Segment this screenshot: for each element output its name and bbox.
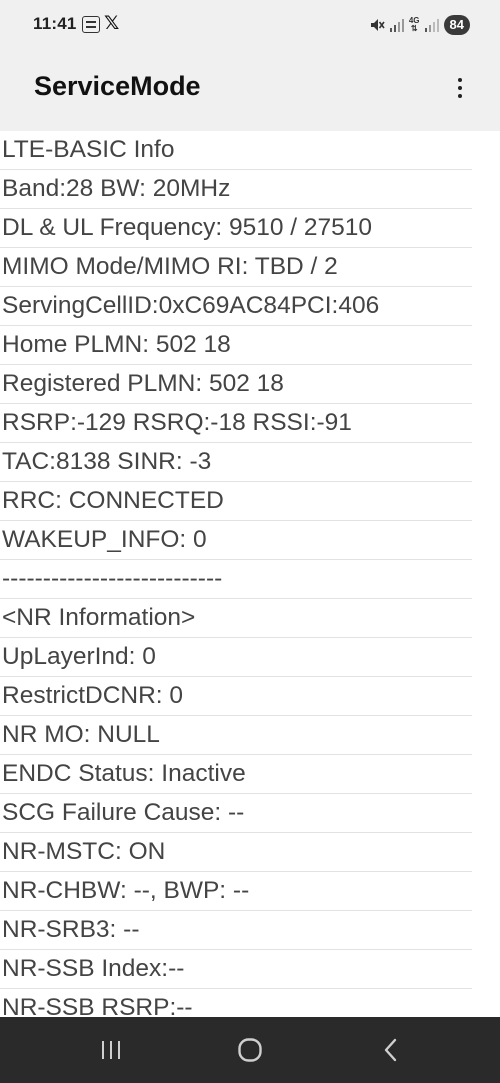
navigation-bar — [0, 1017, 500, 1083]
list-item[interactable]: NR-SSB RSRP:-- — [0, 989, 500, 1017]
signal-icon — [424, 18, 439, 32]
app-bar: ServiceMode — [0, 50, 500, 130]
mute-icon — [369, 17, 385, 33]
recents-button[interactable] — [71, 1017, 151, 1083]
list-item[interactable]: LTE-BASIC Info — [0, 131, 500, 170]
list-item[interactable]: RSRP:-129 RSRQ:-18 RSSI:-91 — [0, 404, 500, 443]
battery-indicator: 84 — [443, 15, 470, 35]
list-item[interactable]: NR-SRB3: -- — [0, 911, 500, 950]
list-item[interactable]: NR-CHBW: --, BWP: -- — [0, 872, 500, 911]
list-item[interactable]: Registered PLMN: 502 18 — [0, 365, 500, 404]
list-item[interactable]: RRC: CONNECTED — [0, 482, 500, 521]
list-item[interactable]: <NR Information> — [0, 599, 500, 638]
home-button[interactable] — [210, 1017, 290, 1083]
recents-icon — [102, 1041, 120, 1059]
list-item[interactable]: RestrictDCNR: 0 — [0, 677, 500, 716]
back-button[interactable] — [351, 1017, 431, 1083]
more-vertical-icon[interactable] — [450, 72, 470, 104]
list-item[interactable]: DL & UL Frequency: 9510 / 27510 — [0, 209, 500, 248]
list-item[interactable]: --------------------------- — [0, 560, 500, 599]
list-item[interactable]: ENDC Status: Inactive — [0, 755, 500, 794]
list-item[interactable]: UpLayerInd: 0 — [0, 638, 500, 677]
list-item[interactable]: WAKEUP_INFO: 0 — [0, 521, 500, 560]
info-list: LTE-BASIC Info Band:28 BW: 20MHz DL & UL… — [0, 131, 500, 1017]
menu-dot — [458, 94, 462, 98]
home-icon — [238, 1038, 262, 1062]
x-icon: 𝕏 — [104, 12, 120, 34]
list-item[interactable]: Band:28 BW: 20MHz — [0, 170, 500, 209]
list-item[interactable]: Home PLMN: 502 18 — [0, 326, 500, 365]
page-title: ServiceMode — [34, 71, 201, 101]
signal-icon — [389, 18, 404, 32]
list-item[interactable]: TAC:8138 SINR: -3 — [0, 443, 500, 482]
list-item[interactable]: SCG Failure Cause: -- — [0, 794, 500, 833]
list-item[interactable]: NR MO: NULL — [0, 716, 500, 755]
menu-dot — [458, 78, 462, 82]
menu-dot — [458, 86, 462, 90]
system-status-icons: 4G ⇅ 84 — [369, 13, 470, 37]
status-time: 11:41 — [33, 14, 77, 33]
list-item[interactable]: ServingCellID:0xC69AC84PCI:406 — [0, 287, 500, 326]
list-item[interactable]: MIMO Mode/MIMO RI: TBD / 2 — [0, 248, 500, 287]
back-icon — [384, 1038, 397, 1062]
list-item[interactable]: NR-MSTC: ON — [0, 833, 500, 872]
4g-data-icon: 4G ⇅ — [409, 17, 420, 33]
info-list-container[interactable]: LTE-BASIC Info Band:28 BW: 20MHz DL & UL… — [0, 131, 500, 1017]
data-arrows-icon: ⇅ — [410, 24, 418, 33]
notification-app-icon — [82, 16, 100, 33]
list-item[interactable]: NR-SSB Index:-- — [0, 950, 500, 989]
service-mode-screen: 11:41 𝕏 4G ⇅ 84 ServiceMode LTE-BASIC In… — [0, 0, 500, 1083]
status-bar: 11:41 𝕏 4G ⇅ 84 — [0, 0, 500, 50]
